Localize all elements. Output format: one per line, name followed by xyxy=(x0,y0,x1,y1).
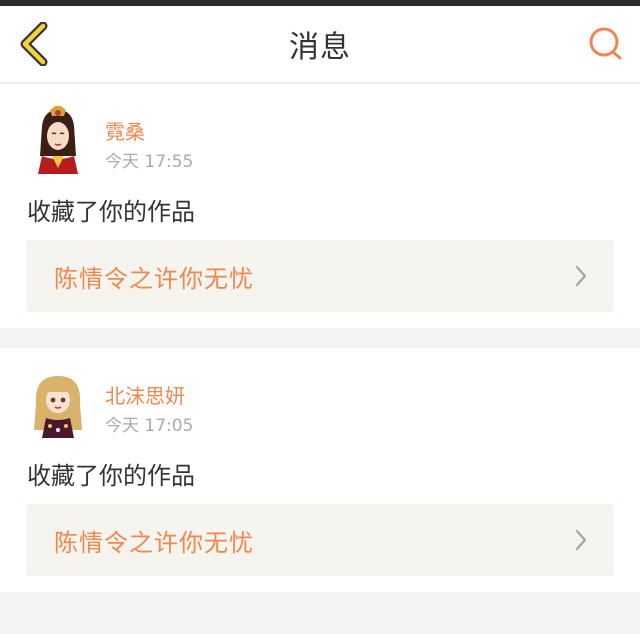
search-icon xyxy=(589,27,622,60)
work-link[interactable]: 陈情令之许你无忧 xyxy=(26,240,614,312)
message-card: 北沫思妍 今天 17:05 收藏了你的作品 陈情令之许你无忧 xyxy=(0,348,640,592)
message-time: 今天 17:55 xyxy=(105,152,194,172)
avatar[interactable] xyxy=(28,106,88,174)
page-title: 消息 xyxy=(289,30,351,65)
user-avatar-icon xyxy=(28,106,88,174)
chevron-right-icon xyxy=(575,265,587,287)
message-time: 今天 17:05 xyxy=(105,416,194,436)
chevron-right-icon xyxy=(575,529,587,551)
user-name[interactable]: 北沫思妍 xyxy=(105,380,185,409)
message-action: 收藏了你的作品 xyxy=(27,462,195,490)
message-action: 收藏了你的作品 xyxy=(27,198,195,226)
work-link[interactable]: 陈情令之许你无忧 xyxy=(26,504,614,576)
work-title: 陈情令之许你无忧 xyxy=(54,528,254,557)
work-title: 陈情令之许你无忧 xyxy=(54,264,254,293)
user-avatar-icon xyxy=(28,370,88,438)
user-name[interactable]: 霓桑 xyxy=(105,116,145,145)
search-button[interactable] xyxy=(586,24,626,64)
avatar[interactable] xyxy=(28,370,88,438)
message-card: 霓桑 今天 17:55 收藏了你的作品 陈情令之许你无忧 xyxy=(0,84,640,328)
top-bar: 消息 xyxy=(0,6,640,83)
